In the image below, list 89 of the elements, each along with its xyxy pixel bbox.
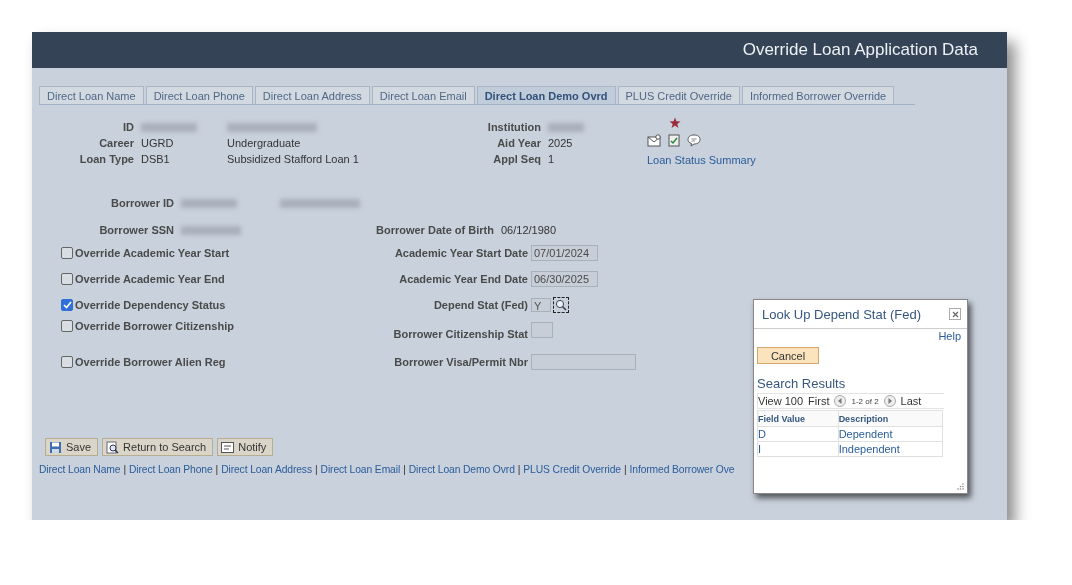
tab[interactable]: Direct Loan Address <box>254 86 370 104</box>
speech-bubble-icon[interactable] <box>687 134 701 147</box>
cancel-button[interactable]: Cancel <box>757 347 819 364</box>
separator: | <box>314 464 318 475</box>
field-label: Institution <box>486 121 541 133</box>
field-label: Career <box>98 137 134 149</box>
checkbox[interactable] <box>61 320 73 332</box>
checkbox-label: Override Dependency Status <box>75 299 226 311</box>
field-label: Academic Year Start Date <box>393 247 528 259</box>
column-header: Field Value <box>757 410 839 427</box>
footer-link[interactable]: Direct Loan Name <box>39 464 121 475</box>
checkbox[interactable] <box>61 247 73 259</box>
resize-grip-icon[interactable] <box>957 483 964 490</box>
footer-link[interactable]: Direct Loan Email <box>320 464 401 475</box>
close-button[interactable] <box>949 308 961 320</box>
date-field[interactable]: 06/30/2025 <box>531 271 598 287</box>
checkbox-label: Override Borrower Alien Reg <box>75 356 226 368</box>
separator: | <box>215 464 219 475</box>
checkbox-label: Override Borrower Citizenship <box>75 320 234 332</box>
footer-link[interactable]: Direct Loan Demo Ovrd <box>408 464 515 475</box>
tab[interactable]: Direct Loan Email <box>371 86 475 104</box>
mail-icon[interactable] <box>647 134 661 147</box>
field-label: Academic Year End Date <box>398 273 528 285</box>
field-label: Borrower Citizenship Stat <box>392 328 528 340</box>
star-icon <box>669 117 681 129</box>
result-link[interactable]: D <box>757 426 839 442</box>
separator: | <box>123 464 126 475</box>
result-link[interactable]: Dependent <box>838 426 943 442</box>
notify-button[interactable]: Notify <box>217 438 274 456</box>
field-value: UGRD <box>141 137 175 149</box>
checklist-icon[interactable] <box>668 134 680 147</box>
input-field[interactable] <box>531 354 636 370</box>
footer-link[interactable]: PLUS Credit Override <box>523 464 621 475</box>
next-icon[interactable] <box>883 395 896 407</box>
last-link[interactable]: Last <box>900 395 922 407</box>
view-all-link[interactable]: View 100 <box>758 395 804 407</box>
first-link[interactable]: First <box>808 395 830 407</box>
save-button[interactable]: Save <box>45 438 99 456</box>
separator: | <box>623 464 627 475</box>
field-value: Undergraduate <box>227 137 302 149</box>
checkbox[interactable] <box>61 299 73 311</box>
field-value: 06/12/1980 <box>500 224 557 236</box>
input-field[interactable] <box>531 322 553 338</box>
tab[interactable]: Direct Loan Demo Ovrd <box>476 86 616 104</box>
search-icon <box>106 440 120 454</box>
help-link[interactable]: Help <box>938 330 961 342</box>
tab[interactable]: Informed Borrower Override <box>741 86 895 104</box>
footer-link[interactable]: Informed Borrower Ove <box>629 464 735 475</box>
input-field[interactable]: Y <box>531 298 551 312</box>
tab[interactable]: Direct Loan Name <box>39 86 144 104</box>
page-range: 1-2 of 2 <box>851 396 879 406</box>
tab[interactable]: PLUS Credit Override <box>617 86 740 104</box>
dialog-title: Look Up Depend Stat (Fed) <box>762 306 921 322</box>
field-label: Borrower ID <box>110 197 174 209</box>
date-field[interactable]: 07/01/2024 <box>531 245 598 261</box>
separator: | <box>403 464 406 475</box>
separator: | <box>517 464 521 475</box>
field-label: Borrower Date of Birth <box>376 224 494 236</box>
checkmark-icon <box>62 301 72 309</box>
footer-link[interactable]: Direct Loan Address <box>221 464 312 475</box>
section-title: Search Results <box>757 376 847 391</box>
field-value: 1 <box>548 153 556 165</box>
field-label: Loan Type <box>78 153 134 165</box>
field-label: Depend Stat (Fed) <box>432 299 528 311</box>
field-value: Subsidized Stafford Loan 1 <box>227 153 360 165</box>
search-icon <box>555 299 567 311</box>
footer-link[interactable]: Direct Loan Phone <box>128 464 213 475</box>
page-title: Override Loan Application Data <box>742 40 978 60</box>
result-link[interactable]: Independent <box>838 441 943 457</box>
field-label: Borrower SSN <box>98 224 174 236</box>
previous-icon[interactable] <box>834 395 847 407</box>
field-label: Appl Seq <box>492 153 541 165</box>
checkbox-label: Override Academic Year Start <box>75 247 230 259</box>
note-icon <box>221 440 235 454</box>
field-value: 2025 <box>548 137 574 149</box>
field-label: Borrower Visa/Permit Nbr <box>393 356 528 368</box>
result-link[interactable]: I <box>757 441 839 457</box>
tab[interactable]: Direct Loan Phone <box>145 86 253 104</box>
loan-status-link[interactable]: Loan Status Summary <box>647 154 756 166</box>
checkbox[interactable] <box>61 273 73 285</box>
column-header: Description <box>838 410 943 427</box>
checkbox[interactable] <box>61 356 73 368</box>
field-label: ID <box>122 121 134 133</box>
close-icon <box>951 310 959 318</box>
field-label: Aid Year <box>496 137 541 149</box>
field-value: DSB1 <box>141 153 171 165</box>
return-to-search-button[interactable]: Return to Search <box>102 438 214 456</box>
checkbox-label: Override Academic Year End <box>75 273 225 285</box>
lookup-button[interactable] <box>553 297 569 313</box>
